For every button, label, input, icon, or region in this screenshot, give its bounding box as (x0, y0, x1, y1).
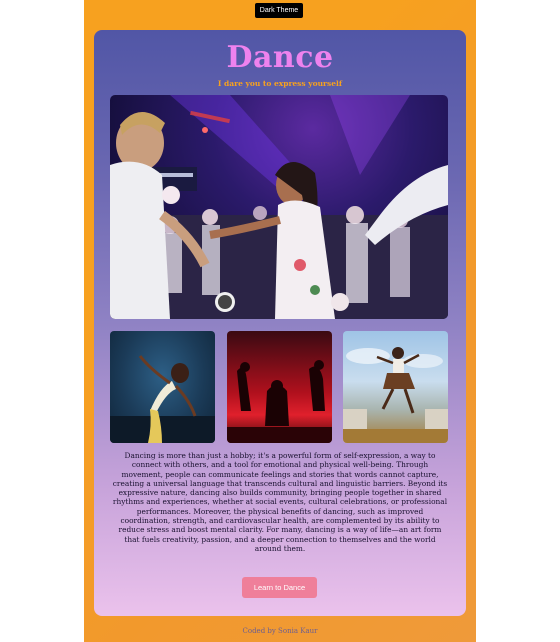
page-subtitle: I dare you to express yourself (217, 79, 343, 88)
dance-description: Dancing is more than just a hobby; it's … (112, 451, 448, 553)
hero-dance-image (110, 95, 448, 319)
silhouette-dancers-photo (227, 360, 332, 443)
page-title: Dance (226, 40, 334, 75)
dark-theme-toggle-button[interactable]: Dark Theme (255, 3, 303, 18)
outdoor-dancer-photo (343, 347, 448, 443)
solo-dancer-photo (110, 355, 215, 443)
footer-credit: Coded by Sonia Kaur (242, 627, 318, 635)
learn-to-dance-button[interactable]: Learn to Dance (242, 577, 317, 598)
thumbnail-solo-dancer (110, 331, 215, 443)
dance-party-photo (110, 95, 448, 319)
thumbnail-silhouette-dancers (227, 331, 332, 443)
thumbnail-outdoor-dancer (343, 331, 448, 443)
